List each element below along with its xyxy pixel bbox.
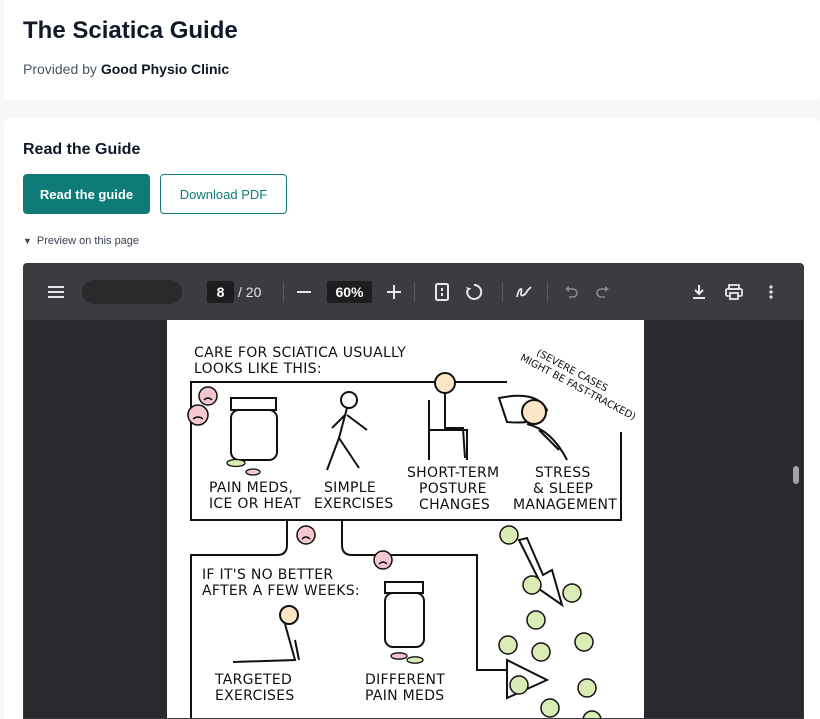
- toolbar-divider: [547, 282, 548, 302]
- preview-toggle[interactable]: ▼ Preview on this page: [23, 235, 139, 247]
- zoom-out-icon[interactable]: [294, 282, 314, 302]
- happy-face-icon: [509, 675, 529, 695]
- page-title: The Sciatica Guide: [23, 17, 238, 44]
- happy-faces: [498, 525, 602, 718]
- page-total: / 20: [238, 284, 262, 300]
- happy-face-icon: [574, 632, 594, 652]
- item3-line2: POSTURE: [419, 481, 487, 497]
- fit-page-icon[interactable]: [432, 282, 452, 302]
- toolbar-divider: [414, 282, 415, 302]
- redo-icon[interactable]: [593, 282, 613, 302]
- happy-face-icon: [577, 678, 597, 698]
- preview-label: Preview on this page: [36, 235, 140, 247]
- happy-face-icon: [562, 583, 582, 603]
- print-icon[interactable]: [724, 282, 744, 302]
- pill-bottle-icon: [384, 581, 425, 664]
- page-number-input[interactable]: 8: [207, 281, 234, 303]
- item3-line3: CHANGES: [419, 497, 490, 513]
- header-card: The Sciatica Guide Provided by Good Phys…: [4, 0, 820, 100]
- document-title-redacted: [82, 280, 182, 304]
- rotate-icon[interactable]: [464, 282, 484, 302]
- provided-prefix: Provided by: [23, 61, 97, 77]
- happy-face-icon: [531, 642, 551, 662]
- guide-card: Read the Guide Read the guide Download P…: [4, 118, 820, 719]
- comic-heading-line1: CARE FOR SCIATICA USUALLY: [194, 345, 406, 361]
- second-heading-line1: IF IT'S NO BETTER: [202, 567, 333, 583]
- happy-face-icon: [540, 698, 560, 718]
- disclosure-triangle-icon: ▼: [23, 236, 32, 246]
- provider-line: Provided by Good Physio Clinic: [23, 61, 229, 77]
- happy-face-icon: [498, 635, 518, 655]
- stretching-person-icon: [232, 605, 300, 663]
- sleeping-person-icon: [497, 394, 568, 461]
- viewer-scrollbar[interactable]: [789, 320, 803, 718]
- read-guide-button[interactable]: Read the guide: [23, 174, 150, 214]
- second-item2-line2: PAIN MEDS: [365, 688, 444, 704]
- sad-face-icon: [187, 404, 209, 426]
- sad-face-icon: [373, 550, 393, 570]
- comic-illustration: CARE FOR SCIATICA USUALLY LOOKS LIKE THI…: [187, 345, 637, 718]
- pill-bottle-icon: [226, 397, 278, 476]
- menu-icon[interactable]: [46, 282, 66, 302]
- item4-line2: & SLEEP: [533, 481, 593, 497]
- zoom-in-icon[interactable]: [384, 282, 404, 302]
- download-icon[interactable]: [689, 282, 709, 302]
- walking-person-icon: [326, 391, 368, 471]
- happy-face-icon: [582, 710, 602, 718]
- sad-face-icon: [198, 386, 218, 406]
- second-item1-line2: EXERCISES: [215, 688, 295, 704]
- item2-line1: SIMPLE: [324, 480, 376, 496]
- seated-person-icon: [428, 372, 468, 460]
- pdf-page: CARE FOR SCIATICA USUALLY LOOKS LIKE THI…: [167, 320, 644, 718]
- pdf-viewer: 8 / 20 60% CARE FOR SCIATICA USUALLY LOO…: [23, 263, 804, 719]
- sad-face-icon: [296, 525, 316, 545]
- item3-line1: SHORT-TERM: [407, 465, 499, 481]
- second-item1-line1: TARGETED: [214, 672, 292, 688]
- second-item2-line1: DIFFERENT: [365, 672, 445, 688]
- item4-line1: STRESS: [535, 465, 591, 481]
- pdf-toolbar: 8 / 20 60%: [24, 264, 803, 320]
- toolbar-divider: [502, 282, 503, 302]
- more-icon[interactable]: [761, 282, 781, 302]
- second-heading-line2: AFTER A FEW WEEKS:: [202, 583, 360, 599]
- download-pdf-button[interactable]: Download PDF: [160, 174, 287, 214]
- zoom-level[interactable]: 60%: [327, 281, 372, 303]
- item1-line1: PAIN MEDS,: [209, 480, 293, 496]
- scrollbar-thumb[interactable]: [793, 466, 799, 484]
- happy-face-icon: [522, 575, 542, 595]
- item2-line2: EXERCISES: [314, 496, 394, 512]
- undo-icon[interactable]: [561, 282, 581, 302]
- section-title: Read the Guide: [23, 141, 141, 158]
- item4-line3: MANAGEMENT: [513, 497, 617, 513]
- happy-face-icon: [499, 525, 519, 545]
- comic-heading-line2: LOOKS LIKE THIS:: [194, 361, 322, 377]
- draw-icon[interactable]: [514, 282, 534, 302]
- item1-line2: ICE OR HEAT: [209, 496, 301, 512]
- happy-face-icon: [526, 610, 546, 630]
- toolbar-divider: [283, 282, 284, 302]
- provider-name: Good Physio Clinic: [100, 61, 230, 77]
